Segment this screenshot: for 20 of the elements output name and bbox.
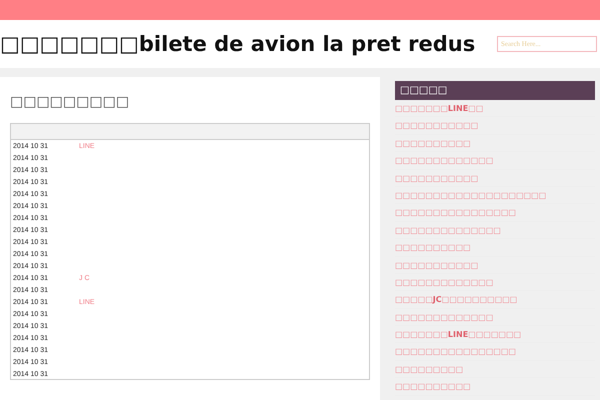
sidebar-link[interactable]: □□□□□□□□□□□ <box>395 117 595 135</box>
sidebar-link[interactable]: □□□□□□□LINE□□ <box>395 100 595 118</box>
sidebar-link[interactable]: □□□□□□□□□□ <box>395 134 595 152</box>
sidebar-link[interactable]: □□□□□□□□□□□□□ <box>395 152 595 170</box>
sidebar-link[interactable]: □□□□□□□□□□□ <box>395 170 595 187</box>
page-heading: □□□□□□□□□ <box>10 93 130 112</box>
sidebar-link[interactable]: □□□□□□□□□□□□□ <box>395 308 595 326</box>
sidebar-link[interactable]: □□□□□□□□□□□□□□□□ <box>395 343 595 361</box>
sidebar-link[interactable]: □□□□□□□□□□ <box>395 239 595 257</box>
sidebar-link[interactable]: □□□□□□□□□□□□□□□□□□□□ <box>395 186 595 204</box>
sidebar-heading: □□□□□ <box>395 81 595 100</box>
sidebar-link[interactable]: □□□□□□□□□□□□□ <box>395 274 595 292</box>
sidebar-link[interactable]: □□□□□□□LINE□□□□□□□ <box>395 326 595 344</box>
sidebar-link[interactable]: □□□□□□□□□□ <box>395 378 595 396</box>
sidebar-link[interactable]: □□□□□□□□□□□□□□ <box>395 222 595 240</box>
site-title[interactable]: □□□□□□□bilete de avion la pret redus <box>0 32 476 56</box>
sidebar-link[interactable]: □□□□□JC□□□□□□□□□□ <box>395 291 595 309</box>
sidebar-link[interactable]: □□□□□□□□□□□ <box>395 256 595 274</box>
sidebar-link[interactable]: □□□□□□□□□ <box>395 360 595 378</box>
sidebar-link[interactable]: □□□□□□□□□□□□□□□□ <box>395 204 595 222</box>
